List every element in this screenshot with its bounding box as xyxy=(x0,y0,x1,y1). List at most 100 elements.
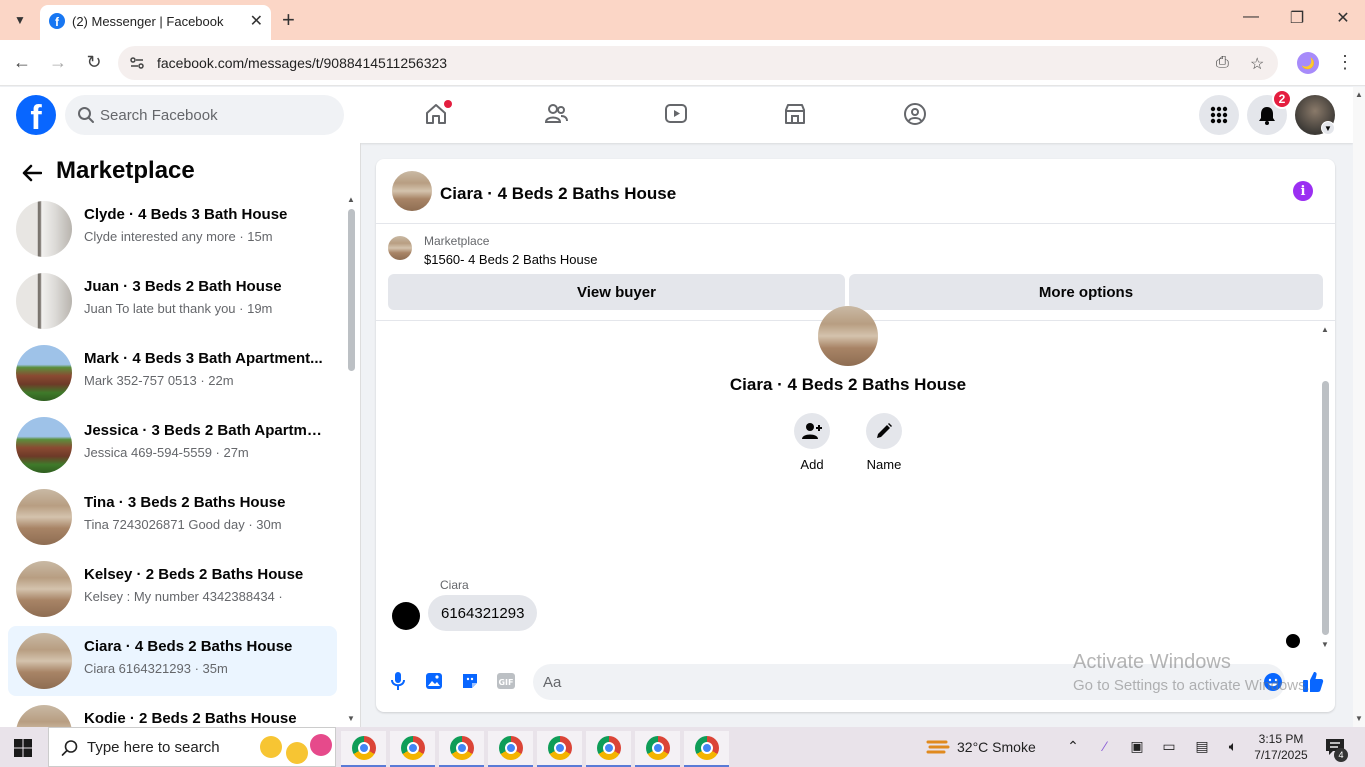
conversation-name: Mark · 4 Beds 3 Bath Apartment... xyxy=(84,350,323,367)
facebook-favicon-icon: f xyxy=(49,13,65,29)
conversation-item[interactable]: Tina · 3 Beds 2 Baths House Tina 72430268… xyxy=(8,482,337,552)
pencil-icon xyxy=(866,413,902,449)
forward-icon[interactable]: → xyxy=(47,52,69,73)
add-button[interactable]: Add xyxy=(782,413,842,472)
chrome-taskbar-icon[interactable] xyxy=(684,731,729,767)
pen-icon[interactable]: ⁄ xyxy=(1095,738,1115,754)
conversation-thumbnail xyxy=(16,633,72,689)
microphone-icon[interactable] xyxy=(388,671,408,691)
back-arrow-icon[interactable] xyxy=(18,159,46,187)
facebook-logo-icon[interactable]: f xyxy=(16,95,56,135)
conversation-name: Tina · 3 Beds 2 Baths House xyxy=(84,494,286,511)
chat-scrollbar[interactable]: ▲ ▼ xyxy=(1320,325,1332,649)
facebook-search[interactable] xyxy=(65,95,344,135)
page-scrollbar[interactable]: ▲ ▼ xyxy=(1353,87,1365,727)
weather-text[interactable]: 32°C Smoke xyxy=(957,739,1036,755)
sender-avatar[interactable] xyxy=(392,602,420,630)
browser-tab-strip: ▼ f (2) Messenger | Facebook ✕ + — ❐ ✕ xyxy=(0,0,1365,40)
conversation-name: Jessica · 3 Beds 2 Bath Apartme... xyxy=(84,422,324,439)
friends-icon[interactable] xyxy=(541,99,571,129)
menu-grid-icon[interactable] xyxy=(1199,95,1239,135)
sidebar-scroll-thumb[interactable] xyxy=(348,209,355,371)
chrome-taskbar-icon[interactable] xyxy=(537,731,582,767)
listing-thumbnail[interactable] xyxy=(388,236,412,260)
message-bubble[interactable]: 6164321293 xyxy=(428,595,538,631)
notification-center-badge: 4 xyxy=(1334,748,1348,762)
scroll-down-icon[interactable]: ▼ xyxy=(1355,714,1363,723)
photo-icon[interactable] xyxy=(424,671,444,691)
conversation-item[interactable]: Clyde · 4 Beds 3 Bath House Clyde interes… xyxy=(8,194,337,264)
groups-icon[interactable] xyxy=(900,99,930,129)
omnibox[interactable]: facebook.com/messages/t/9088414511256323… xyxy=(118,46,1278,80)
scroll-up-icon[interactable]: ▲ xyxy=(1355,90,1363,99)
sidebar-scroll-down-icon[interactable]: ▼ xyxy=(347,714,355,723)
sidebar-scrollbar[interactable]: ▲ ▼ xyxy=(346,193,356,723)
chrome-taskbar-icon[interactable] xyxy=(341,731,386,767)
meet-now-icon[interactable]: ▣ xyxy=(1127,738,1147,755)
weather-smoke-icon[interactable] xyxy=(926,738,950,756)
chat-header-avatar[interactable] xyxy=(392,171,432,211)
network-icon[interactable]: ▤ xyxy=(1192,738,1212,755)
video-icon[interactable] xyxy=(661,99,691,129)
listing-title[interactable]: $1560- 4 Beds 2 Baths House xyxy=(424,252,597,267)
taskbar-search[interactable] xyxy=(48,727,336,767)
conversation-preview: Tina 7243026871 Good day · 30m xyxy=(84,517,282,532)
windows-start-icon[interactable] xyxy=(13,738,33,758)
clock-date: 7/17/2025 xyxy=(1254,748,1308,762)
sticker-icon[interactable] xyxy=(460,671,480,691)
chrome-taskbar-icon[interactable] xyxy=(586,731,631,767)
conversation-thumbnail xyxy=(16,561,72,617)
chat-scroll-up-icon[interactable]: ▲ xyxy=(1321,325,1329,334)
add-person-icon xyxy=(794,413,830,449)
browser-menu-icon[interactable]: ⋮ xyxy=(1336,52,1354,73)
emoji-face-icon xyxy=(286,742,308,764)
account-chevron-down-icon[interactable]: ▼ xyxy=(1321,121,1335,135)
conversation-name: Clyde · 4 Beds 3 Bath House xyxy=(84,206,288,223)
site-settings-icon[interactable] xyxy=(128,54,146,72)
install-app-icon[interactable]: ⎙ xyxy=(1216,54,1229,72)
conversation-item[interactable]: Jessica · 3 Beds 2 Bath Apartme... Jessic… xyxy=(8,410,337,480)
conversation-item[interactable]: Kodie · 2 Beds 2 Baths House xyxy=(8,698,337,727)
chat-scroll-down-icon[interactable]: ▼ xyxy=(1321,640,1329,649)
conversation-item[interactable]: Mark · 4 Beds 3 Bath Apartment... Mark 35… xyxy=(8,338,337,408)
chat-scroll-thumb[interactable] xyxy=(1322,381,1329,635)
tab-close-icon[interactable]: ✕ xyxy=(250,11,263,31)
name-button[interactable]: Name xyxy=(854,413,914,472)
conversation-item[interactable]: Ciara · 4 Beds 2 Baths House Ciara 616432… xyxy=(8,626,337,696)
chat-header-title[interactable]: Ciara · 4 Beds 2 Baths House xyxy=(440,184,676,204)
marketplace-icon[interactable] xyxy=(780,99,810,129)
more-options-button[interactable]: More options xyxy=(849,274,1323,310)
restore-icon[interactable]: ❐ xyxy=(1285,8,1309,28)
back-icon[interactable]: ← xyxy=(11,52,33,73)
address-bar: ← → ↻ facebook.com/messages/t/9088414511… xyxy=(0,40,1365,86)
browser-profile-icon[interactable]: 🌙 xyxy=(1297,52,1319,74)
conversation-item[interactable]: Juan · 3 Beds 2 Bath House Juan To late b… xyxy=(8,266,337,336)
conversation-thumbnail xyxy=(16,273,72,329)
system-clock[interactable]: 3:15 PM 7/17/2025 xyxy=(1254,731,1308,763)
chrome-taskbar-icon[interactable] xyxy=(488,731,533,767)
chrome-taskbar-icon[interactable] xyxy=(635,731,680,767)
gif-icon[interactable]: GIF xyxy=(496,671,516,691)
volume-icon[interactable]: 🔈︎ xyxy=(1223,738,1243,755)
info-icon[interactable]: i xyxy=(1293,181,1313,201)
view-buyer-button[interactable]: View buyer xyxy=(388,274,845,310)
chrome-taskbar-icon[interactable] xyxy=(390,731,435,767)
window-close-icon[interactable]: ✕ xyxy=(1331,8,1355,28)
profile-avatar[interactable] xyxy=(818,306,878,366)
reload-icon[interactable]: ↻ xyxy=(83,52,105,73)
sidebar-scroll-up-icon[interactable]: ▲ xyxy=(347,195,355,204)
taskbar-search-input[interactable] xyxy=(87,728,257,766)
tab-search-icon[interactable]: ▼ xyxy=(8,8,32,32)
url-text[interactable]: facebook.com/messages/t/9088414511256323 xyxy=(157,55,447,71)
battery-icon[interactable]: ▭ xyxy=(1159,738,1179,755)
chrome-taskbar-icon[interactable] xyxy=(439,731,484,767)
browser-tab[interactable]: f (2) Messenger | Facebook ✕ xyxy=(40,5,271,40)
new-tab-icon[interactable]: + xyxy=(282,7,295,33)
profile-name: Ciara · 4 Beds 2 Baths House xyxy=(729,375,967,394)
search-input[interactable] xyxy=(100,95,330,135)
conversation-preview: Mark 352-757 0513 · 22m xyxy=(84,373,234,388)
minimize-icon[interactable]: — xyxy=(1239,8,1263,26)
conversation-item[interactable]: Kelsey · 2 Beds 2 Baths House Kelsey : My… xyxy=(8,554,337,624)
bookmark-star-icon[interactable]: ☆ xyxy=(1250,54,1264,74)
show-hidden-icons-icon[interactable]: ⌃ xyxy=(1063,738,1083,755)
